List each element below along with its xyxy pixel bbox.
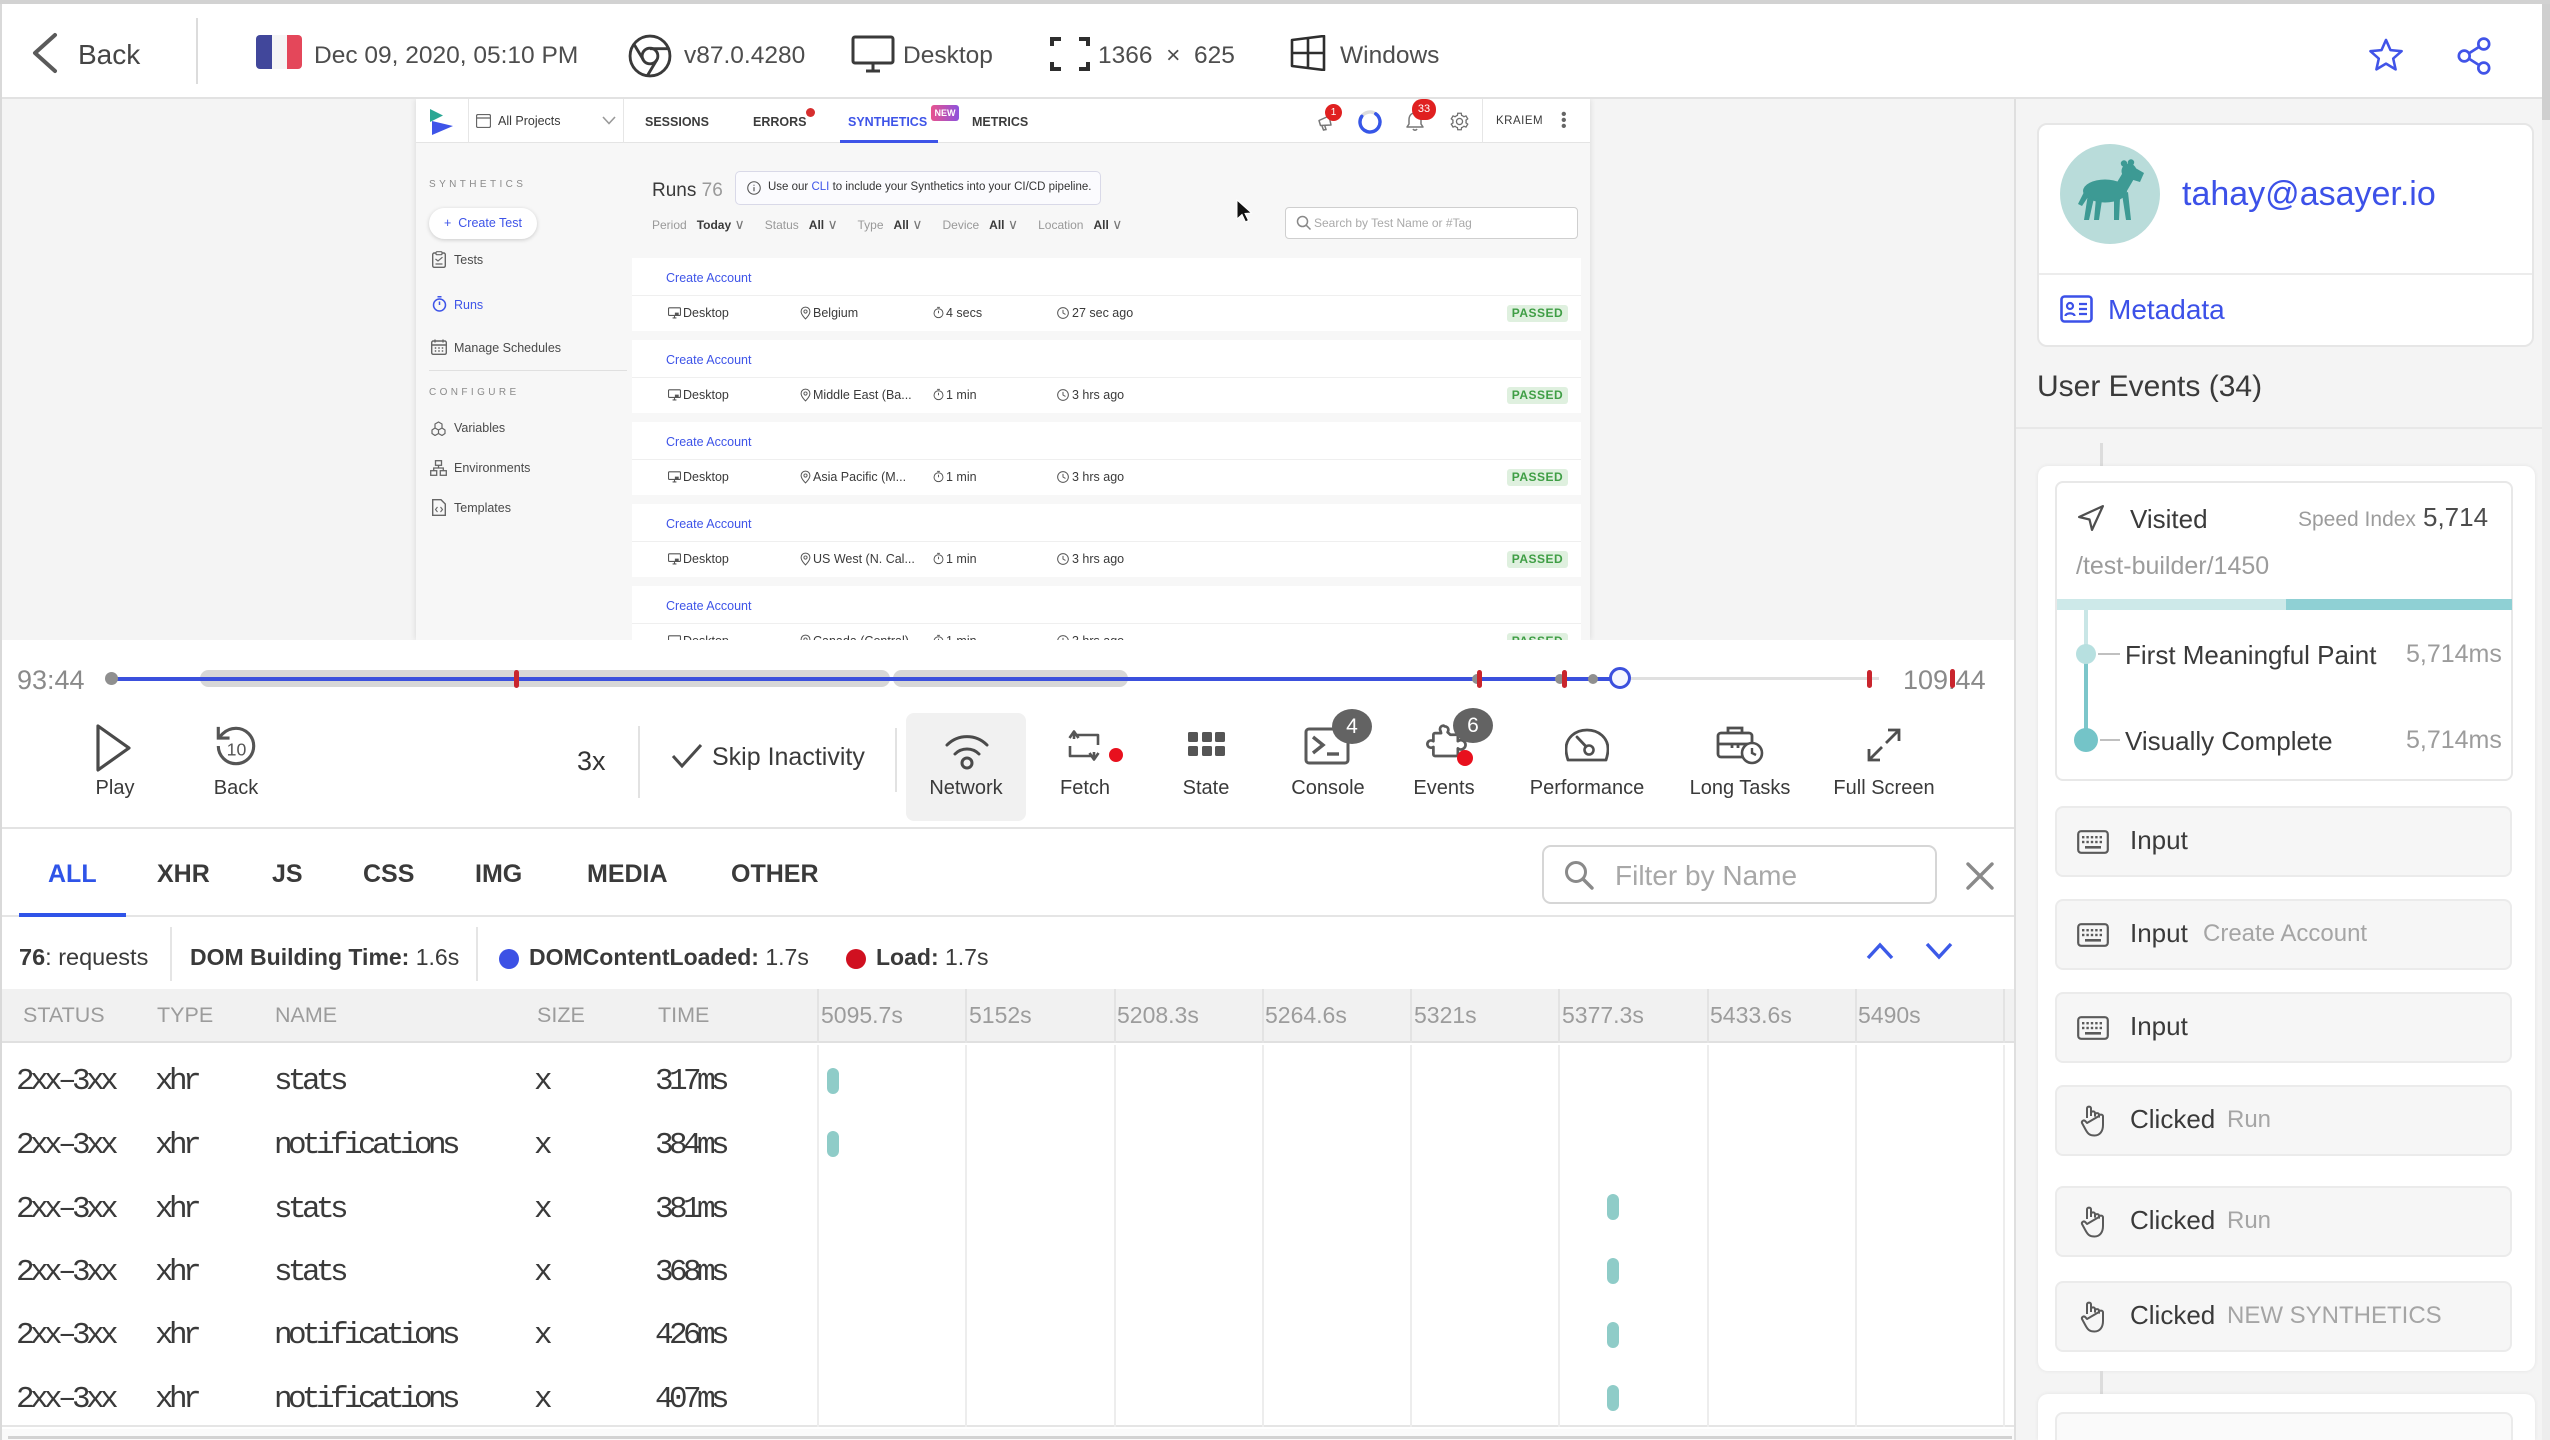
svg-text:10: 10 — [227, 739, 247, 759]
